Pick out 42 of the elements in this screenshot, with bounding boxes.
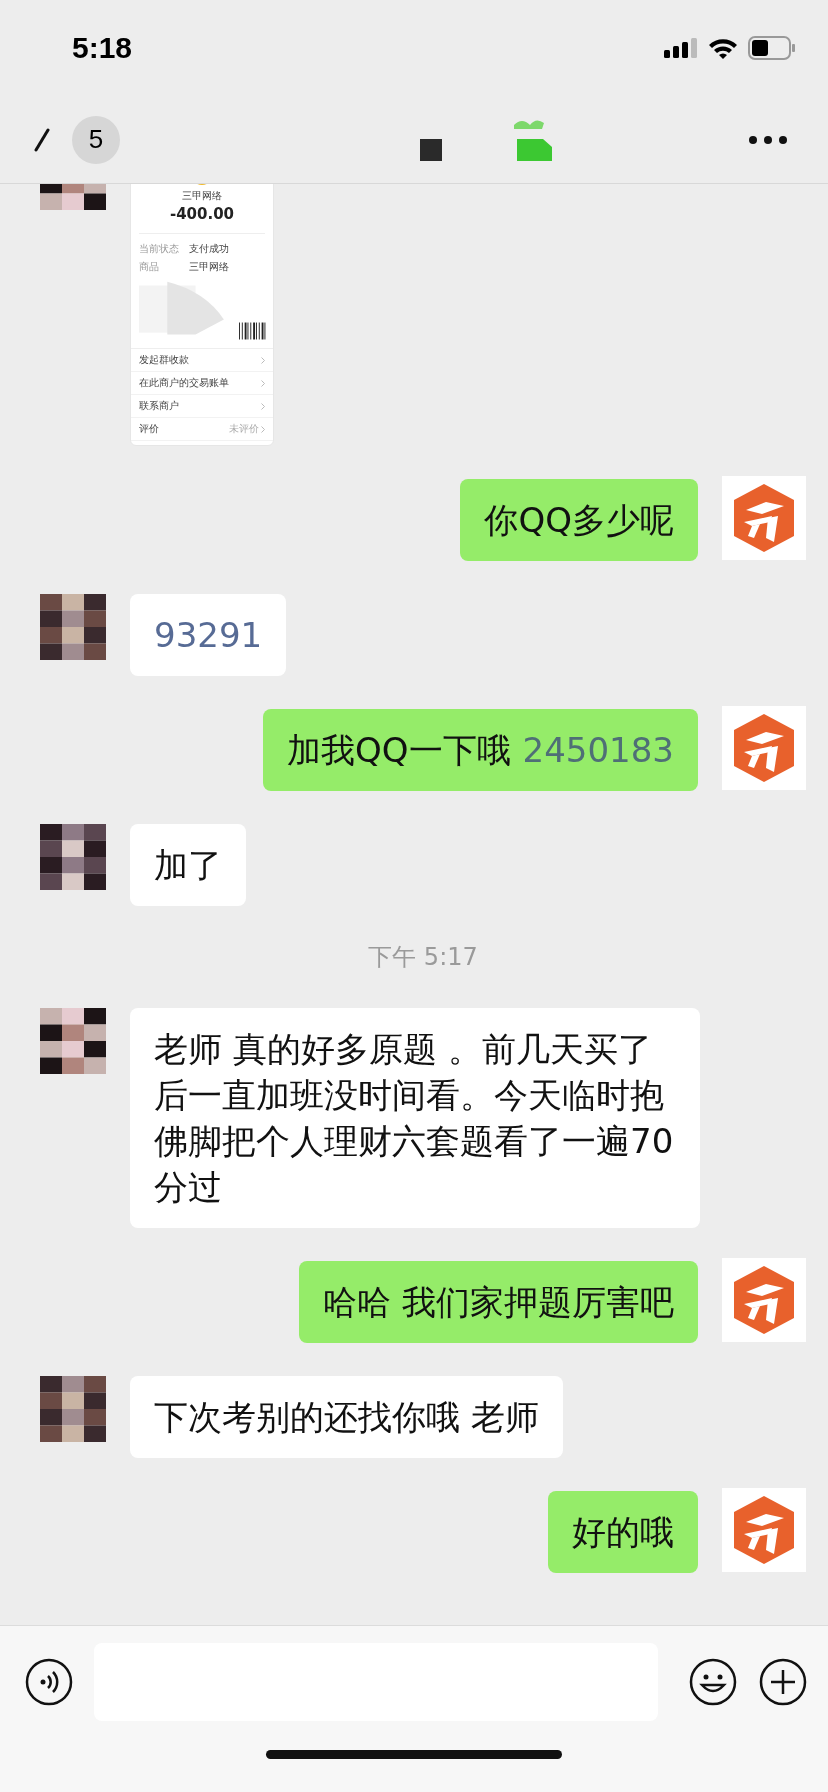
chevron-icon — [261, 356, 265, 364]
receipt-action[interactable]: 评价 — [139, 423, 159, 435]
merchant-name: 三甲网络 — [182, 189, 222, 203]
battery-icon — [748, 36, 796, 60]
plus-icon[interactable] — [758, 1657, 808, 1707]
voice-icon[interactable] — [24, 1657, 74, 1707]
wifi-icon — [708, 37, 738, 59]
qq-number-link[interactable]: 2450183 — [522, 730, 674, 770]
payment-amount: -400.00 — [169, 205, 235, 223]
barcode-icon — [238, 322, 267, 340]
signal-icon — [664, 38, 698, 58]
message-text: 老师 真的好多原题 。前几天买了后一直加班没时间看。今天临时抱佛脚把个人理财六套题看了一遍70分过 — [154, 1029, 674, 1207]
hexagon-logo-icon[interactable] — [722, 1258, 806, 1342]
field-label: 当前状态 — [139, 242, 179, 256]
qq-number-link[interactable]: 93291 — [154, 615, 263, 655]
receipt-image[interactable]: 三甲网络 -400.00 当前状态 支付成功 商品 三甲网络 发起群收款 在此商户的交易账单 联系商户 评价 未评价 — [130, 184, 274, 446]
receipt-action[interactable]: 在此商户的交易账单 — [139, 377, 229, 389]
chevron-icon — [261, 379, 265, 387]
message-text: 加了 — [154, 845, 222, 885]
message-text: 下次考别的还找你哦 老师 — [154, 1397, 539, 1437]
receipt-action[interactable]: 发起群收款 — [139, 354, 189, 366]
hexagon-logo-icon[interactable] — [722, 1488, 806, 1572]
field-value: 支付成功 — [189, 242, 229, 256]
chevron-icon — [261, 402, 265, 410]
field-label: 商品 — [139, 260, 160, 274]
timestamp: 下午 5:17 — [368, 942, 478, 973]
action-value: 未评价 — [229, 423, 259, 435]
message-text: 哈哈 我们家押题厉害吧 — [323, 1282, 674, 1322]
hexagon-logo-icon[interactable] — [722, 706, 806, 790]
status-time: 5:18 — [72, 31, 133, 65]
more-icon[interactable] — [748, 134, 788, 145]
emoji-icon[interactable] — [688, 1657, 738, 1707]
back-icon[interactable] — [34, 127, 50, 152]
message-text: 好的哦 — [572, 1512, 674, 1552]
chevron-icon — [261, 425, 265, 433]
message-text: 加我QQ一下哦 2450183 — [287, 730, 674, 770]
field-value: 三甲网络 — [189, 260, 229, 274]
unread-count: 5 — [72, 115, 120, 164]
message-text: 你QQ多少呢 — [484, 500, 674, 540]
receipt-action[interactable]: 联系商户 — [139, 400, 179, 412]
hexagon-logo-icon[interactable] — [722, 476, 806, 560]
square-icon — [420, 138, 442, 161]
